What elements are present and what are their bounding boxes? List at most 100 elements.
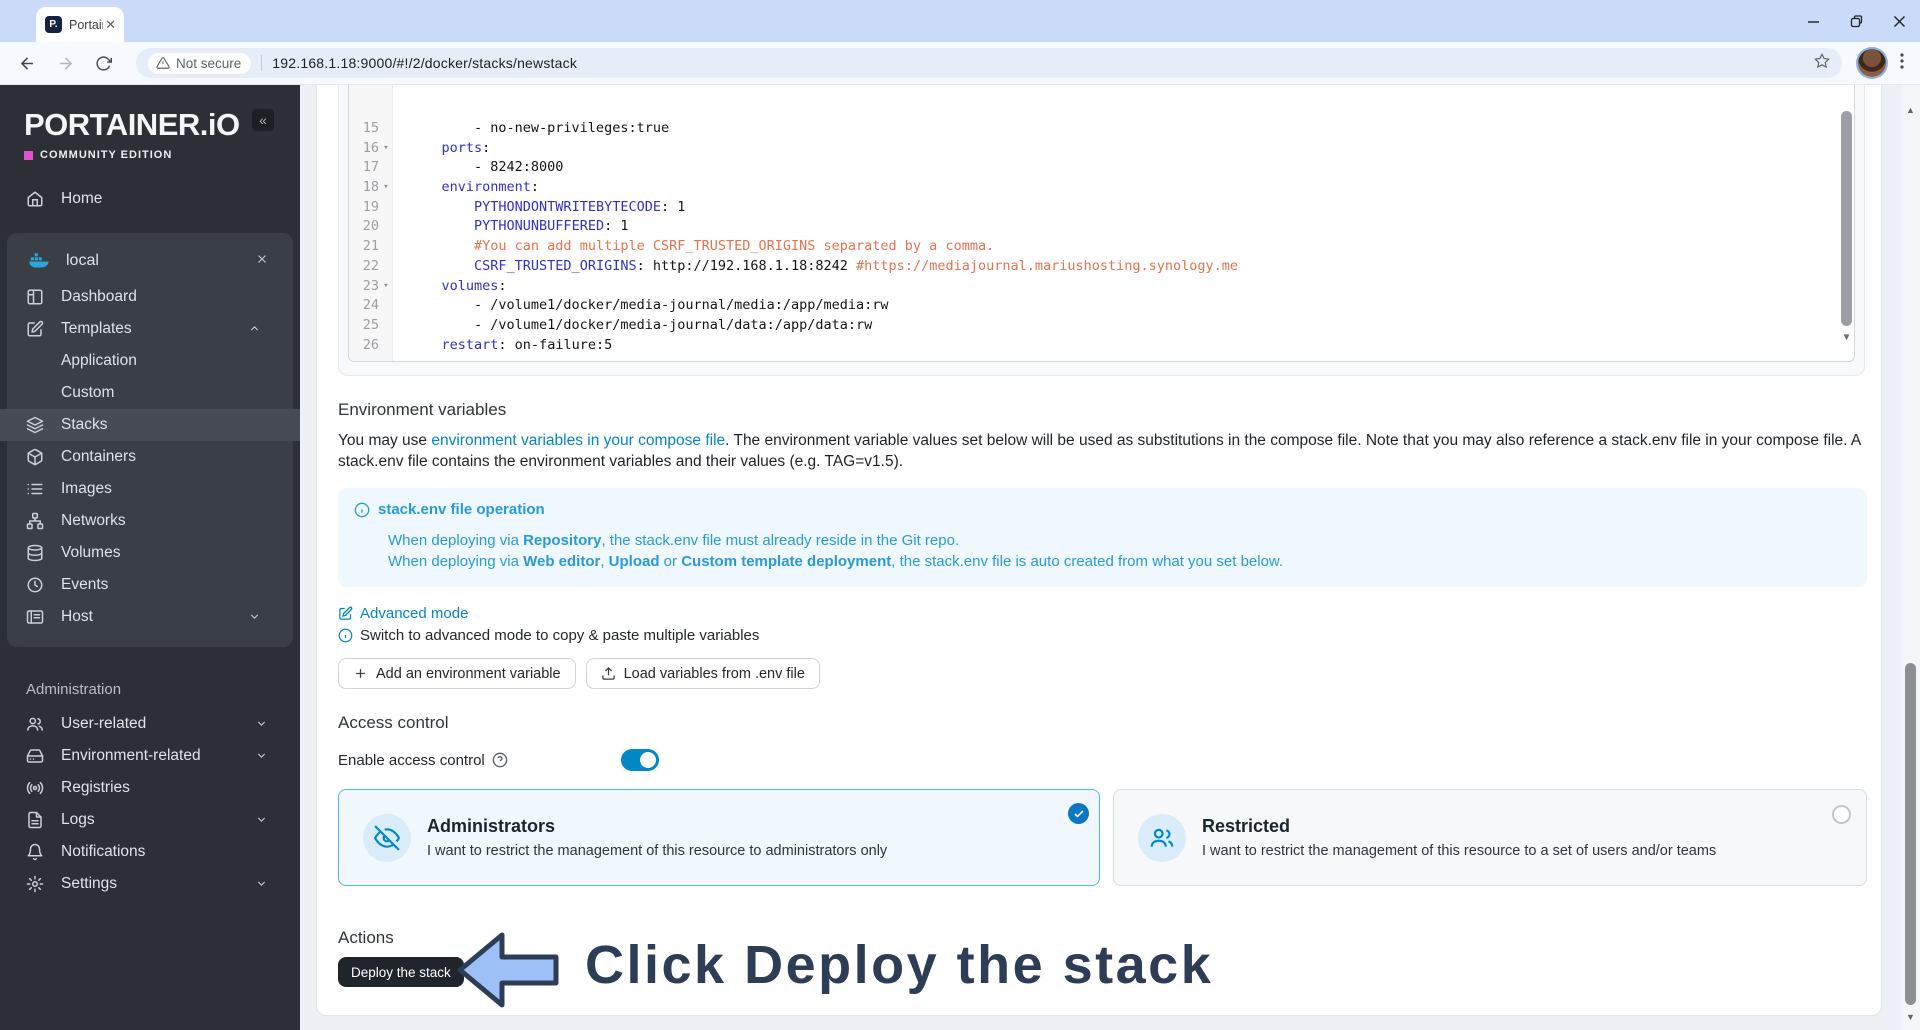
load-env-file-button[interactable]: Load variables from .env file — [585, 658, 820, 689]
page-scrollbar[interactable]: ▲ ▼ — [1901, 85, 1920, 1030]
code-line: 19 PYTHONDONTWRITEBYTECODE: 1 — [349, 198, 1854, 218]
file-icon — [26, 811, 44, 829]
sidebar-item-environment-related[interactable]: Environment-related — [0, 740, 300, 772]
sidebar-item-home[interactable]: Home — [0, 183, 300, 215]
docker-whale-icon — [28, 251, 50, 271]
code-text: ports: — [441, 139, 491, 156]
selected-check-icon — [1068, 803, 1089, 824]
code-line: 17 - 8242:8000 — [349, 158, 1854, 178]
advanced-mode-link[interactable]: Advanced mode — [338, 605, 1867, 622]
deploy-the-stack-button[interactable]: Deploy the stack — [338, 957, 464, 987]
page-scrollbar-thumb[interactable] — [1905, 663, 1916, 1005]
sidebar-item-label: Templates — [61, 320, 132, 337]
code-text: - 8242:8000 — [409, 159, 564, 176]
code-line: 23 ▾ volumes: — [349, 277, 1854, 297]
sidebar-item-dashboard[interactable]: Dashboard — [7, 281, 293, 313]
compose-code-editor[interactable]: 15 - no-new-privileges:true 16 ▾ ports: 17 … — [348, 85, 1855, 362]
line-number: 20 — [362, 218, 379, 235]
code-line: 22 CSRF_TRUSTED_ORIGINS: http://192.168.… — [349, 257, 1854, 277]
home-icon — [26, 190, 44, 208]
compose-env-vars-link[interactable]: environment variables in your compose fi… — [431, 432, 725, 449]
tab-close-icon[interactable]: ✕ — [103, 17, 118, 33]
close-window-icon[interactable] — [1893, 15, 1906, 28]
sidebar-item-registries[interactable]: Registries — [0, 772, 300, 804]
enable-access-control-toggle[interactable] — [620, 749, 659, 771]
radio-icon — [26, 779, 44, 797]
code-text: restart: on-failure:5 — [441, 336, 613, 353]
sidebar-item-volumes[interactable]: Volumes — [7, 537, 293, 569]
code-text: CSRF_TRUSTED_ORIGINS: http://192.168.1.1… — [474, 257, 1239, 274]
sidebar-item-custom[interactable]: Custom — [7, 377, 293, 409]
line-number: 21 — [362, 238, 379, 255]
fold-arrow-icon[interactable]: ▾ — [379, 139, 393, 159]
code-text: PYTHONUNBUFFERED: 1 — [474, 218, 629, 235]
browser-tab[interactable]: P. Portaine ✕ — [36, 7, 124, 42]
fold-arrow-icon[interactable]: ▾ — [379, 178, 393, 198]
browser-menu-icon[interactable] — [1896, 52, 1908, 74]
code-text: - /volume1/docker/media-journal/data:/ap… — [409, 316, 873, 333]
bell-icon — [26, 843, 44, 861]
edition-square — [24, 150, 33, 160]
sidebar-item-user-related[interactable]: User-related — [0, 708, 300, 740]
sidebar-item-label: Settings — [61, 875, 118, 892]
profile-avatar[interactable] — [1858, 49, 1886, 77]
editor-scroll-down-icon[interactable]: ▼ — [1841, 332, 1852, 343]
sidebar-collapse-button[interactable]: « — [252, 109, 274, 131]
restore-icon[interactable] — [1850, 14, 1863, 28]
warning-icon — [156, 57, 170, 69]
info-box-title: stack.env file operation — [378, 501, 545, 518]
host-icon — [26, 608, 44, 626]
fold-arrow-icon[interactable]: ▾ — [379, 277, 393, 297]
sidebar-item-containers[interactable]: Containers — [7, 441, 293, 473]
access-option-restricted[interactable]: Restricted I want to restrict the manage… — [1113, 789, 1867, 886]
sidebar-item-host[interactable]: Host — [7, 601, 293, 633]
environment-local[interactable]: local — [7, 241, 293, 281]
network-icon — [26, 512, 44, 530]
close-environment-icon[interactable] — [255, 252, 269, 266]
callout-arrow-icon — [457, 932, 559, 1008]
sidebar-item-images[interactable]: Images — [7, 473, 293, 505]
forward-icon[interactable] — [50, 48, 80, 78]
url-bar[interactable]: Not secure 192.168.1.18:9000/#!/2/docker… — [136, 48, 1842, 78]
code-text: - /volume1/docker/media-journal/media:/a… — [409, 297, 889, 314]
sidebar-item-label: User-related — [61, 715, 147, 732]
bookmark-star-icon[interactable] — [1814, 52, 1830, 74]
scroll-up-icon[interactable]: ▲ — [1901, 105, 1920, 115]
scroll-down-icon[interactable]: ▼ — [1901, 1012, 1920, 1022]
sidebar-item-networks[interactable]: Networks — [7, 505, 293, 537]
sidebar-item-notifications[interactable]: Notifications — [0, 836, 300, 868]
stack-form-card: 15 - no-new-privileges:true 16 ▾ ports: 17 … — [316, 85, 1882, 1016]
sidebar-item-logs[interactable]: Logs — [0, 804, 300, 836]
harddrive-icon — [26, 747, 44, 765]
dashboard-icon — [26, 288, 44, 306]
enable-access-control-label: Enable access control — [338, 751, 485, 769]
minimize-icon[interactable] — [1807, 15, 1820, 28]
sidebar-item-label: Host — [61, 608, 93, 625]
upload-icon — [601, 666, 615, 680]
main-content: 15 - no-new-privileges:true 16 ▾ ports: 17 … — [300, 85, 1920, 1030]
code-line: 25 - /volume1/docker/media-journal/data:… — [349, 316, 1854, 336]
administration-header: Administration — [26, 681, 122, 698]
code-line: 21 #You can add multiple CSRF_TRUSTED_OR… — [349, 237, 1854, 257]
eye-off-icon — [363, 813, 411, 862]
code-text: #You can add multiple CSRF_TRUSTED_ORIGI… — [474, 238, 995, 255]
gear-icon — [26, 875, 44, 893]
line-number: 26 — [362, 336, 379, 353]
sidebar-item-stacks[interactable]: Stacks — [0, 409, 300, 441]
sidebar-item-templates[interactable]: Templates — [7, 313, 293, 345]
env-variables-heading: Environment variables — [338, 400, 507, 419]
sidebar-item-settings[interactable]: Settings — [0, 868, 300, 900]
unselected-radio[interactable] — [1832, 805, 1851, 824]
sidebar-item-events[interactable]: Events — [7, 569, 293, 601]
add-env-variable-button[interactable]: Add an environment variable — [338, 658, 576, 689]
not-secure-badge[interactable]: Not secure — [148, 52, 252, 74]
fold-gutter — [379, 316, 393, 336]
access-option-administrators[interactable]: Administrators I want to restrict the ma… — [338, 789, 1100, 886]
clock-icon — [26, 576, 44, 594]
sidebar-item-application[interactable]: Application — [7, 345, 293, 377]
fold-gutter — [379, 217, 393, 237]
back-icon[interactable] — [12, 48, 42, 78]
list-icon — [26, 480, 44, 498]
reload-icon[interactable] — [88, 48, 118, 78]
editor-scrollbar-thumb[interactable] — [1841, 111, 1852, 326]
